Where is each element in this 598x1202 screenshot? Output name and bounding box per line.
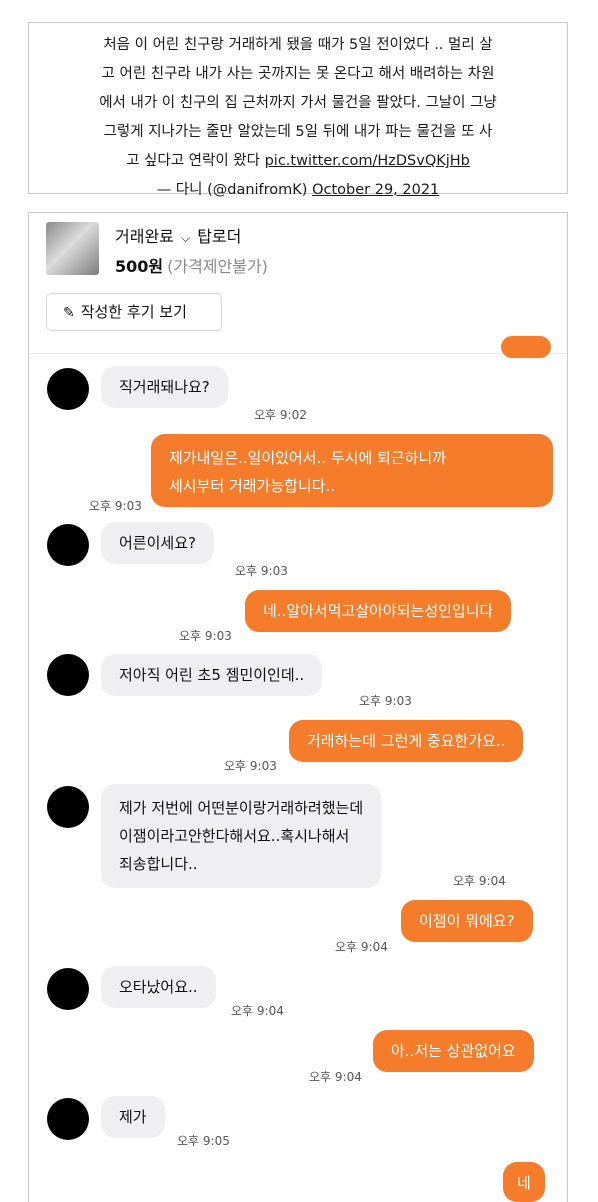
message-time: 오후 9:04: [231, 1004, 284, 1018]
message-bubble-outgoing: 거래하는데 그런게 중요한가요..: [289, 720, 524, 762]
tweet-text-line: 고 어린 친구라 내가 사는 곳까지는 못 온다고 해서 배려하는 차원: [101, 66, 495, 82]
message-text: 세시부터 거래가능합니다..: [169, 477, 336, 495]
message-text: 네..알아서먹고살아야되는성인입니다: [263, 602, 494, 620]
message-text: 제가 저번에 어떤분이랑거래하려했는데: [119, 799, 364, 817]
message-time: 오후 9:03: [235, 564, 288, 578]
message-time: 오후 9:03: [179, 629, 232, 643]
tweet-attribution: — 다니 (@danifromK) October 29, 2021: [45, 176, 551, 205]
message-bubble-incoming: 제가: [101, 1096, 165, 1138]
message-text: 네: [517, 1174, 531, 1192]
message-text: 아..저는 상관없어요: [391, 1042, 516, 1060]
message-bubble-incoming: 제가 저번에 어떤분이랑거래하려했는데 이잼이라고안한다해서요..혹시나해서 죄…: [101, 784, 382, 888]
message-text: 이잼이라고안한다해서요..혹시나해서: [119, 827, 350, 845]
message-bubble-outgoing: 이잼이 뭐에요?: [401, 900, 533, 942]
tweet-text-tail: 고 싶다고 연락이 왔다: [126, 153, 260, 169]
trade-status[interactable]: 거래완료: [115, 227, 174, 246]
message-text: 직거래돼나요?: [119, 378, 210, 396]
message-text: 죄송합니다..: [119, 855, 198, 873]
tweet-date-link[interactable]: October 29, 2021: [312, 182, 439, 198]
view-review-label: 작성한 후기 보기: [80, 303, 187, 321]
tweet-text-line: 고 싶다고 연락이 왔다 pic.twitter.com/HzDSvQKjHb: [45, 147, 551, 176]
chat-screen: 거래완료 ⌵ 탑로더 500원 (가격제안불가) ✎ 작성한 후기 보기 직거래돼나…: [28, 212, 568, 1202]
message-text: 오타났어요..: [119, 978, 198, 996]
listing-price: 500원: [115, 257, 164, 276]
message-bubble-outgoing: 제가내일은..일이있어서.. 두시에 퇴근하니까 세시부터 거래가능합니다..: [151, 434, 553, 507]
listing-header: 거래완료 ⌵ 탑로더 500원 (가격제안불가) ✎ 작성한 후기 보기: [29, 213, 567, 353]
tweet-text-line: 처음 이 어린 친구랑 거래하게 됐을 때가 5일 전이었다 .. 멀리 살: [103, 37, 493, 53]
product-thumbnail[interactable]: [46, 222, 99, 275]
message-bubble-outgoing: 네..알아서먹고살아야되는성인입니다: [245, 590, 512, 632]
message-time: 오후 9:03: [359, 694, 412, 708]
avatar[interactable]: [47, 786, 89, 828]
message-bubble-incoming: 어른이세요?: [101, 522, 214, 564]
message-text: 제가: [119, 1108, 147, 1126]
view-review-button[interactable]: ✎ 작성한 후기 보기: [46, 293, 222, 331]
message-time: 오후 9:03: [89, 499, 142, 513]
message-list[interactable]: 직거래돼나요? 오후 9:02 제가내일은..일이있어서.. 두시에 퇴근하니까…: [29, 336, 567, 1202]
message-time: 오후 9:02: [254, 408, 307, 422]
message-text: 저아직 어린 초5 젬민이인데..: [119, 666, 305, 684]
avatar[interactable]: [47, 1098, 89, 1140]
price-negotiation-note: (가격제안불가): [167, 257, 268, 276]
avatar[interactable]: [47, 654, 89, 696]
message-bubble-partial: [501, 336, 551, 358]
message-text: 어른이세요?: [119, 534, 196, 552]
message-time: 오후 9:04: [309, 1070, 362, 1084]
avatar[interactable]: [47, 524, 89, 566]
tweet-pic-link[interactable]: pic.twitter.com/HzDSvQKjHb: [265, 153, 470, 169]
message-bubble-incoming: 오타났어요..: [101, 966, 216, 1008]
message-text: 제가내일은..일이있어서.. 두시에 퇴근하니까: [169, 449, 447, 467]
avatar[interactable]: [47, 968, 89, 1010]
message-time: 오후 9:05: [177, 1134, 230, 1148]
chevron-down-icon[interactable]: ⌵: [181, 231, 190, 245]
message-bubble-incoming: 저아직 어린 초5 젬민이인데..: [101, 654, 323, 696]
message-text: 거래하는데 그런게 중요한가요..: [307, 732, 506, 750]
avatar[interactable]: [47, 368, 89, 410]
message-time: 오후 9:04: [453, 874, 506, 888]
tweet-text-line: 그렇게 지나가는 줄만 알았는데 5일 뒤에 내가 파는 물건을 또 사: [103, 124, 493, 140]
tweet-quote: 처음 이 어린 친구랑 거래하게 됐을 때가 5일 전이었다 .. 멀리 살 고…: [28, 22, 568, 198]
tweet-author: — 다니 (@danifromK): [156, 182, 308, 198]
message-time: 오후 9:04: [335, 940, 388, 954]
tweet-text-line: 에서 내가 이 친구의 집 근처까지 가서 물건을 팔았다. 그날이 그냥: [99, 95, 497, 111]
pencil-icon: ✎: [63, 305, 75, 321]
listing-price-row: 500원 (가격제안불가): [115, 253, 268, 277]
message-time: 오후 9:03: [224, 759, 277, 773]
message-bubble-outgoing: 네: [503, 1162, 545, 1202]
message-bubble-incoming: 직거래돼나요?: [101, 366, 228, 408]
listing-title: 탑로더: [197, 227, 242, 246]
listing-status-row: 거래완료 ⌵ 탑로더: [115, 223, 241, 247]
message-text: 이잼이 뭐에요?: [419, 912, 515, 930]
message-bubble-outgoing: 아..저는 상관없어요: [373, 1030, 534, 1072]
